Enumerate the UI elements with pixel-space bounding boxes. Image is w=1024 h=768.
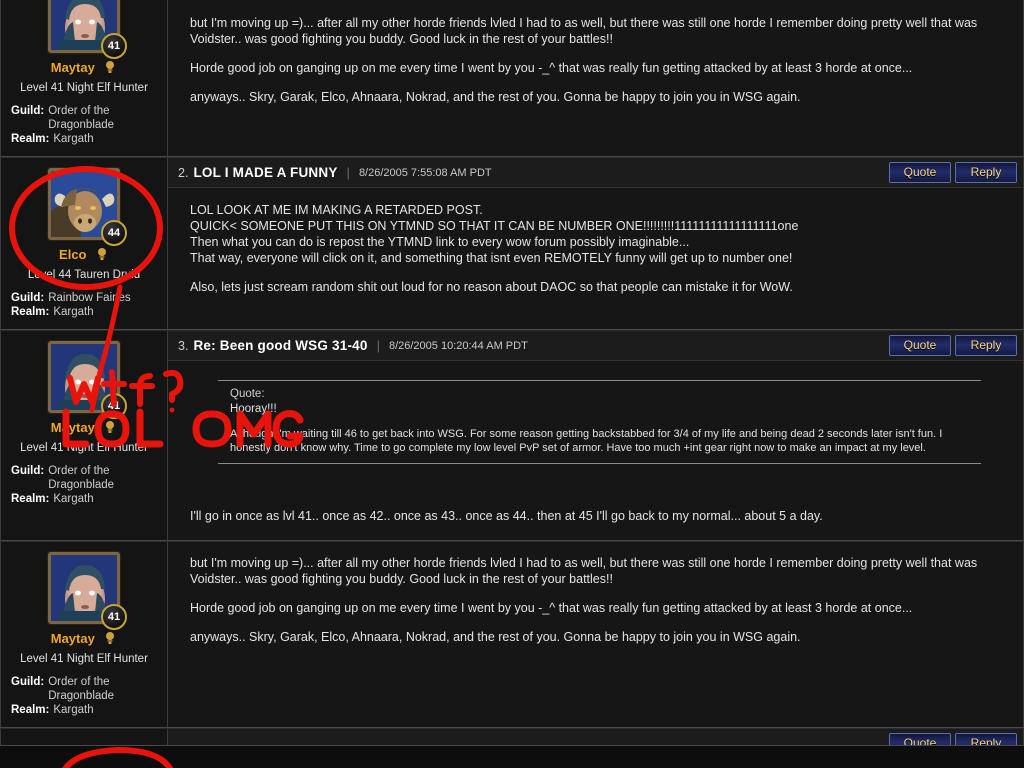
- red-circle-bottom-partial: [62, 747, 174, 768]
- guild-label: Guild:: [11, 105, 45, 117]
- avatar[interactable]: 41: [48, 552, 127, 630]
- post-body-panel: but I'm moving up =)... after all my oth…: [168, 542, 1024, 727]
- post-body-panel: but I'm moving up =)... after all my oth…: [168, 0, 1024, 156]
- post-item: 41 Maytay Level 41 Night Elf Hunter Guil…: [0, 0, 1024, 157]
- post-content: LOL LOOK AT ME IM MAKING A RETARDED POST…: [168, 188, 1023, 311]
- level-badge: 41: [101, 33, 127, 59]
- post-line: Then what you can do is repost the YTMND…: [190, 235, 690, 249]
- guild-value: Order of the Dragonblade: [48, 676, 115, 702]
- post-list: 41 Maytay Level 41 Night Elf Hunter Guil…: [0, 0, 1024, 746]
- post-paragraph: but I'm moving up =)... after all my oth…: [190, 16, 978, 46]
- post-title: Re: Been good WSG 31-40: [193, 338, 368, 353]
- post-item: 41 Maytay Level 41 Night Elf Hunter Guil…: [0, 541, 1024, 728]
- post-item: 44 Elco Level 44 Tauren Druid Guild: Rain…: [0, 157, 1024, 330]
- realm-label: Realm:: [11, 133, 50, 145]
- guild-label: Guild:: [11, 465, 45, 477]
- post-author-panel: [0, 729, 168, 745]
- post-body-panel: Quote Reply: [168, 729, 1024, 745]
- post-header: 2. LOL I MADE A FUNNY | 8/26/2005 7:55:0…: [168, 158, 1023, 188]
- post-line: QUICK< SOMEONE PUT THIS ON YTMND SO THAT…: [190, 219, 799, 233]
- realm-label: Realm:: [11, 493, 50, 505]
- author-meta: Guild: Rainbow Fairies Realm: Kargath: [7, 291, 161, 319]
- guild-value: Order of the Dragonblade: [48, 465, 115, 491]
- avatar[interactable]: 44: [48, 168, 127, 246]
- quote-first-line: Hooray!!!: [230, 403, 277, 415]
- post-body-panel: 2. LOL I MADE A FUNNY | 8/26/2005 7:55:0…: [168, 158, 1024, 329]
- author-meta: Guild: Order of the Dragonblade Realm: Kar…: [7, 104, 161, 146]
- author-name[interactable]: Maytay: [51, 420, 95, 435]
- realm-value: Kargath: [53, 306, 94, 318]
- post-author-panel: 41 Maytay Level 41 Night Elf Hunter Guil…: [0, 0, 168, 156]
- realm-value: Kargath: [53, 133, 94, 145]
- author-title: Level 41 Night Elf Hunter: [20, 82, 148, 94]
- quote-label: Quote:: [230, 388, 265, 400]
- quote-block: Quote: Hooray!!! Although I'm waiting ti…: [218, 380, 981, 464]
- quote-button[interactable]: Quote: [889, 335, 951, 356]
- realm-label: Realm:: [11, 704, 50, 716]
- guild-label: Guild:: [11, 676, 45, 688]
- post-line: That way, everyone will click on it, and…: [190, 251, 793, 265]
- post-paragraph: Horde good job on ganging up on me every…: [190, 601, 913, 615]
- reply-button[interactable]: Reply: [955, 733, 1017, 745]
- post-paragraph: anyways.. Skry, Garak, Elco, Ahnaara, No…: [190, 90, 801, 104]
- post-date: 8/26/2005 10:20:44 AM PDT: [388, 339, 528, 352]
- post-content: but I'm moving up =)... after all my oth…: [168, 1, 1023, 121]
- hunter-class-icon: [103, 631, 117, 645]
- post-content: but I'm moving up =)... after all my oth…: [168, 542, 1023, 661]
- avatar[interactable]: 41: [48, 0, 127, 59]
- guild-label: Guild:: [11, 292, 45, 304]
- reply-button[interactable]: Reply: [955, 162, 1017, 183]
- author-title: Level 41 Night Elf Hunter: [20, 442, 148, 454]
- author-title: Level 41 Night Elf Hunter: [20, 653, 148, 665]
- author-name[interactable]: Maytay: [51, 631, 95, 646]
- guild-value: Order of the Dragonblade: [48, 105, 115, 131]
- post-item: 41 Maytay Level 41 Night Elf Hunter Guil…: [0, 330, 1024, 541]
- author-title: Level 44 Tauren Druid: [27, 269, 141, 281]
- post-number: 2.: [178, 165, 189, 180]
- post-author-panel: 41 Maytay Level 41 Night Elf Hunter Guil…: [0, 542, 168, 727]
- post-content: Quote: Hooray!!! Although I'm waiting ti…: [168, 361, 1023, 540]
- hunter-class-icon: [103, 420, 117, 434]
- post-number: 3.: [178, 338, 189, 353]
- realm-value: Kargath: [53, 493, 94, 505]
- quote-button[interactable]: Quote: [889, 162, 951, 183]
- author-name[interactable]: Elco: [59, 247, 86, 262]
- author-meta: Guild: Order of the Dragonblade Realm: Kar…: [7, 464, 161, 506]
- post-closing-line: Also, lets just scream random shit out l…: [190, 280, 793, 294]
- guild-value: Rainbow Fairies: [48, 292, 131, 304]
- hunter-class-icon: [103, 60, 117, 74]
- post-paragraph: but I'm moving up =)... after all my oth…: [190, 556, 978, 586]
- druid-class-icon: [95, 247, 109, 261]
- post-line: LOL LOOK AT ME IM MAKING A RETARDED POST…: [190, 203, 483, 217]
- post-author-panel: 41 Maytay Level 41 Night Elf Hunter Guil…: [0, 331, 168, 540]
- post-paragraph: anyways.. Skry, Garak, Elco, Ahnaara, No…: [190, 630, 801, 644]
- reply-button[interactable]: Reply: [955, 335, 1017, 356]
- header-divider: |: [376, 338, 380, 353]
- level-badge: 41: [101, 393, 127, 419]
- author-name[interactable]: Maytay: [51, 60, 95, 75]
- header-divider: |: [346, 165, 350, 180]
- quote-button[interactable]: Quote: [889, 733, 951, 745]
- post-body-panel: 3. Re: Been good WSG 31-40 | 8/26/2005 1…: [168, 331, 1024, 540]
- level-badge: 41: [101, 604, 127, 630]
- post-title: LOL I MADE A FUNNY: [193, 165, 338, 180]
- post-date: 8/26/2005 7:55:08 AM PDT: [358, 166, 492, 179]
- quote-text: Although I'm waiting till 46 to get back…: [230, 428, 943, 454]
- post-header: 3. Re: Been good WSG 31-40 | 8/26/2005 1…: [168, 331, 1023, 361]
- realm-label: Realm:: [11, 306, 50, 318]
- realm-value: Kargath: [53, 704, 94, 716]
- author-meta: Guild: Order of the Dragonblade Realm: Kar…: [7, 675, 161, 717]
- avatar[interactable]: 41: [48, 341, 127, 419]
- post-paragraph: Horde good job on ganging up on me every…: [190, 61, 913, 75]
- level-badge: 44: [101, 220, 127, 246]
- forum-page: 41 Maytay Level 41 Night Elf Hunter Guil…: [0, 0, 1024, 768]
- post-header: Quote Reply: [168, 729, 1023, 745]
- post-author-panel: 44 Elco Level 44 Tauren Druid Guild: Rain…: [0, 158, 168, 329]
- post-paragraph: I'll go in once as lvl 41.. once as 42..…: [190, 509, 823, 523]
- post-item: Quote Reply: [0, 728, 1024, 746]
